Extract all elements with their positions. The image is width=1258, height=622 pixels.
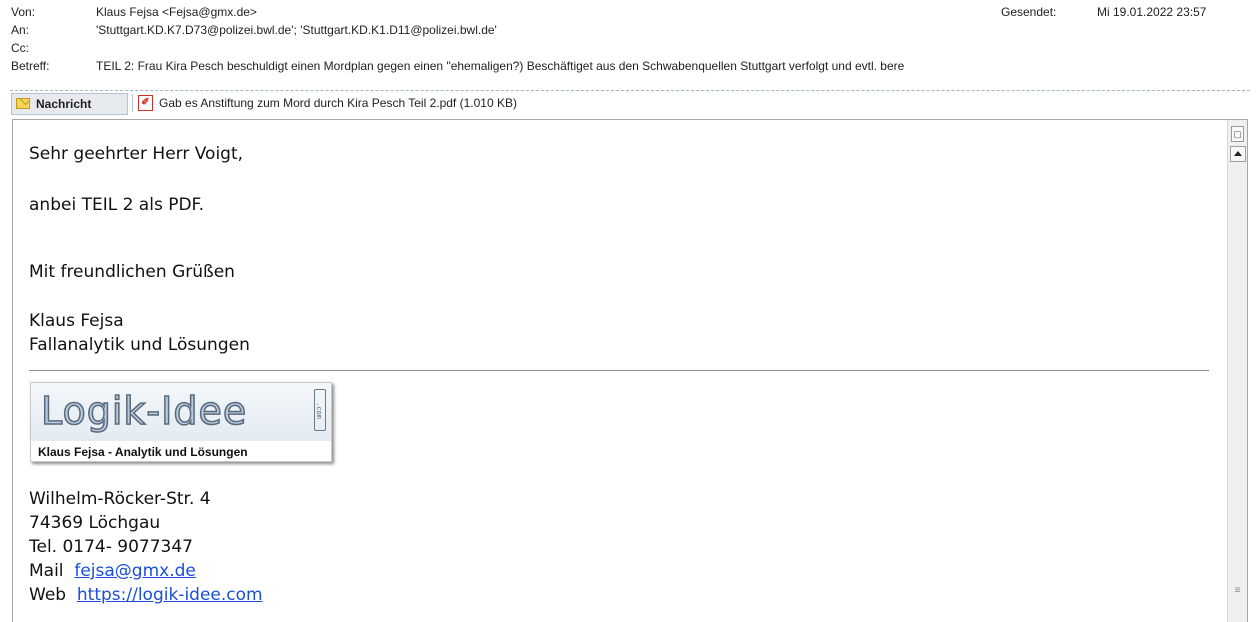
reading-pane-icon[interactable]: ▢ bbox=[1231, 126, 1244, 142]
cc-label: Cc: bbox=[11, 41, 29, 55]
attachment-pdf[interactable]: Gab es Anstiftung zum Mord durch Kira Pe… bbox=[159, 96, 517, 110]
web-label: Web bbox=[29, 585, 67, 605]
header-divider bbox=[10, 90, 1250, 91]
tab-message-label: Nachricht bbox=[36, 97, 92, 111]
from-label: Von: bbox=[11, 5, 36, 19]
vertical-scrollbar[interactable]: ▢ ≡ bbox=[1227, 120, 1247, 622]
logo-wordmark: Logik-Idee bbox=[40, 388, 248, 434]
message-header: Von: Klaus Fejsa <Fejsa@gmx.de> Gesendet… bbox=[0, 0, 1258, 92]
scroll-track[interactable] bbox=[1230, 164, 1246, 619]
envelope-icon bbox=[16, 98, 30, 109]
signature-name: Klaus Fejsa bbox=[29, 311, 124, 331]
greeting-text: Sehr geehrter Herr Voigt, bbox=[29, 144, 244, 164]
logo-subtitle: Klaus Fejsa - Analytik und Lösungen bbox=[38, 445, 248, 459]
mail-label: Mail bbox=[29, 561, 64, 581]
address-street: Wilhelm-Röcker-Str. 4 bbox=[29, 489, 211, 509]
logo-com-badge: .com bbox=[314, 389, 326, 431]
mail-row: Mail fejsa@gmx.de bbox=[29, 561, 196, 581]
logo-image: Logik-Idee .com Klaus Fejsa - Analytik u… bbox=[30, 382, 332, 462]
mail-link[interactable]: fejsa@gmx.de bbox=[74, 561, 196, 581]
subject-value: TEIL 2: Frau Kira Pesch beschuldigt eine… bbox=[96, 59, 905, 73]
phone-number: Tel. 0174- 9077347 bbox=[29, 537, 193, 557]
body-line: anbei TEIL 2 als PDF. bbox=[29, 195, 204, 215]
sent-label: Gesendet: bbox=[1001, 5, 1057, 19]
web-row: Web https://logik-idee.com bbox=[29, 585, 263, 605]
tab-message[interactable]: Nachricht bbox=[11, 93, 128, 115]
logo-banner: Logik-Idee .com bbox=[31, 383, 331, 441]
address-city: 74369 Löchgau bbox=[29, 513, 161, 533]
pdf-icon[interactable]: ✐ bbox=[138, 95, 153, 111]
message-body: Sehr geehrter Herr Voigt, anbei TEIL 2 a… bbox=[12, 119, 1248, 622]
to-value[interactable]: 'Stuttgart.KD.K7.D73@polizei.bwl.de'; 'S… bbox=[96, 23, 497, 37]
scroll-grip-icon[interactable]: ≡ bbox=[1232, 586, 1243, 596]
web-link[interactable]: https://logik-idee.com bbox=[77, 585, 263, 605]
to-label: An: bbox=[11, 23, 30, 37]
scroll-up-button[interactable] bbox=[1230, 146, 1246, 162]
tab-separator bbox=[132, 94, 133, 112]
subject-label: Betreff: bbox=[11, 59, 50, 73]
closing-text: Mit freundlichen Grüßen bbox=[29, 262, 235, 282]
signature-divider bbox=[29, 370, 1209, 371]
signature-title: Fallanalytik und Lösungen bbox=[29, 335, 250, 355]
from-value[interactable]: Klaus Fejsa <Fejsa@gmx.de> bbox=[96, 5, 257, 19]
sent-value: Mi 19.01.2022 23:57 bbox=[1097, 5, 1207, 19]
